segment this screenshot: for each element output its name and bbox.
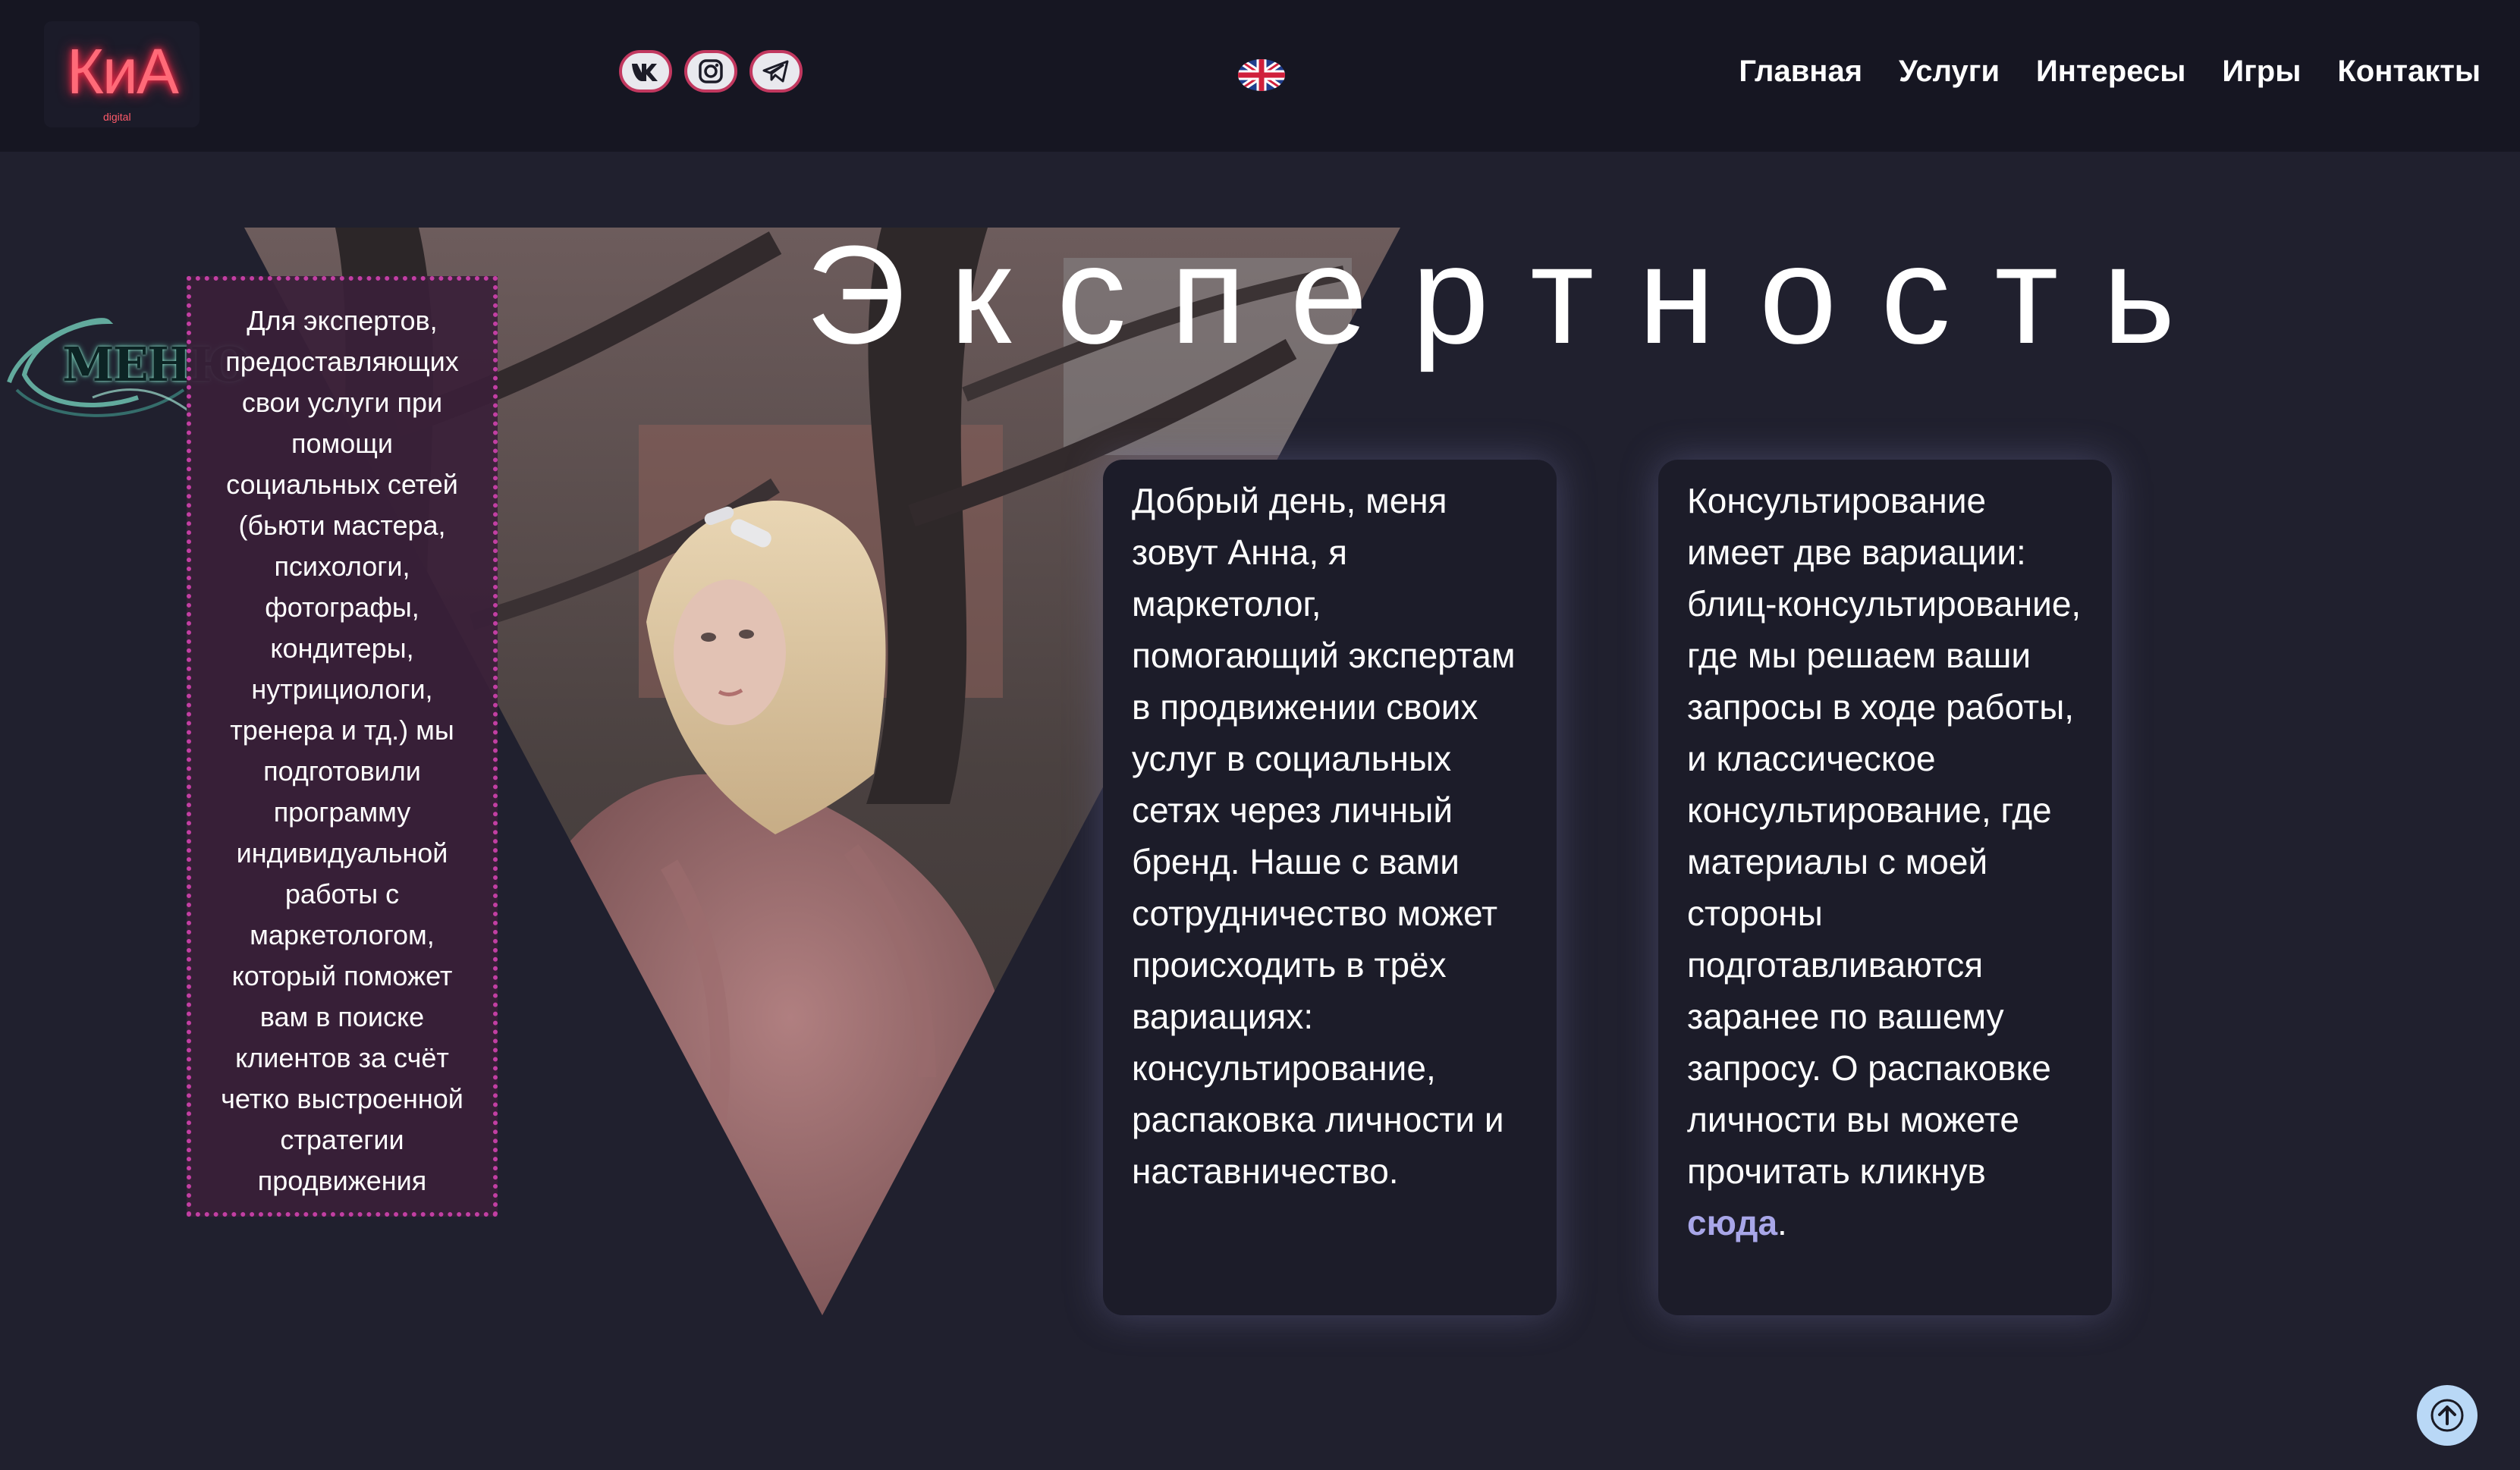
uk-flag-icon <box>1238 59 1285 91</box>
telegram-icon <box>762 60 789 83</box>
about-card: Добрый день, меня зовут Анна, я маркетол… <box>1103 460 1557 1315</box>
consulting-card: Консультирование имеет две вариации: бли… <box>1658 460 2112 1315</box>
language-switch[interactable] <box>1238 59 1285 91</box>
intro-text-box: Для экспертов, предоставляющих свои услу… <box>187 276 498 1217</box>
consulting-text: Консультирование имеет две вариации: бли… <box>1687 481 2082 1191</box>
vk-link[interactable] <box>619 50 672 93</box>
nav-services[interactable]: Услуги <box>1899 55 2000 89</box>
intro-text: Для экспертов, предоставляющих свои услу… <box>221 305 463 1196</box>
nav-games[interactable]: Игры <box>2222 55 2301 89</box>
social-links <box>619 50 803 93</box>
arrow-up-icon <box>2430 1399 2464 1432</box>
logo-subtext: digital <box>103 111 131 123</box>
unpacking-link[interactable]: сюда <box>1687 1203 1777 1242</box>
page-title: Экспертность <box>806 216 2220 372</box>
nav-interests[interactable]: Интересы <box>2036 55 2185 89</box>
consulting-text-end: . <box>1777 1203 1787 1242</box>
nav-home[interactable]: Главная <box>1739 55 1862 89</box>
instagram-link[interactable] <box>684 50 737 93</box>
instagram-icon <box>699 59 723 83</box>
main-nav: Главная Услуги Интересы Игры Контакты <box>1739 55 2481 89</box>
telegram-link[interactable] <box>749 50 803 93</box>
site-header: КиА digital Главная Услуги Интересы Игры… <box>0 0 2520 152</box>
logo-text: КиА <box>67 36 179 107</box>
vk-icon <box>632 64 658 81</box>
scroll-top-button[interactable] <box>2417 1385 2478 1446</box>
about-text: Добрый день, меня зовут Анна, я маркетол… <box>1132 481 1516 1191</box>
site-logo[interactable]: КиА digital <box>44 21 200 127</box>
nav-contacts[interactable]: Контакты <box>2337 55 2481 89</box>
